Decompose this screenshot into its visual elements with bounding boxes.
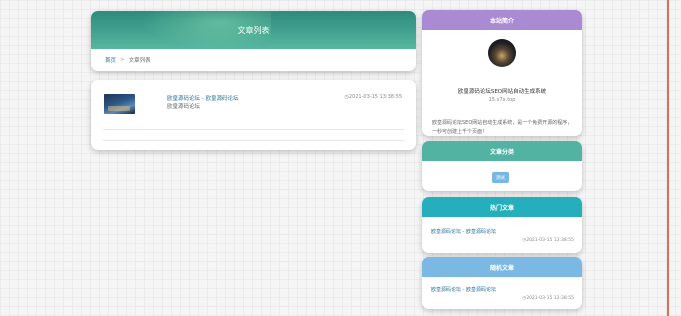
random-articles-card: 随机文章 欧皇源码论坛 - 欧皇源码论坛 ◷2021-03-15 13:38:5… — [422, 257, 582, 309]
breadcrumb-home-link[interactable]: 首页 — [105, 56, 116, 64]
page-title: 文章列表 — [237, 25, 270, 35]
site-name: 欧皇源码论坛SEO网站自动生成系统 — [457, 89, 547, 95]
random-article-date-text: 2021-03-15 13:38:55 — [526, 296, 574, 301]
random-articles-heading: 随机文章 — [422, 257, 582, 277]
article-title-link[interactable]: 欧皇源码论坛 - 欧皇源码论坛 — [167, 94, 238, 102]
list-footer-divider — [103, 140, 404, 141]
categories-heading: 文章分类 — [422, 141, 582, 161]
site-intro-heading: 本站简介 — [422, 10, 582, 30]
article-list-card: 欧皇源码论坛 - 欧皇源码论坛 欧皇源码论坛 ◷2021-03-15 13:38… — [91, 80, 416, 150]
site-description: 欧皇源码论坛SEO网站自动生成系统，是一个免费开源的程序，一秒可创建上千个页面！ — [432, 120, 573, 135]
avatar — [488, 39, 516, 67]
random-article-link[interactable]: 欧皇源码论坛 - 欧皇源码论坛 — [431, 286, 496, 293]
hot-article-date: ◷2021-03-15 13:38:55 — [522, 238, 574, 243]
page-edge-rule — [667, 0, 669, 316]
hot-articles-heading: 热门文章 — [422, 197, 582, 217]
hot-article-date-text: 2021-03-15 13:38:55 — [526, 238, 574, 243]
header-banner: 文章列表 — [91, 11, 416, 49]
site-url: 15.v7x.top — [488, 97, 516, 103]
random-article-date: ◷2021-03-15 13:38:55 — [522, 296, 574, 301]
site-intro-card: 本站简介 欧皇源码论坛SEO网站自动生成系统 15.v7x.top 欧皇源码论坛… — [422, 10, 582, 136]
article-thumbnail[interactable] — [104, 94, 135, 114]
article-date: ◷2021-03-15 13:38:55 — [345, 94, 402, 100]
breadcrumb: 首页 > 文章列表 — [91, 49, 416, 71]
article-excerpt: 欧皇源码论坛 — [167, 104, 201, 110]
hot-articles-card: 热门文章 欧皇源码论坛 - 欧皇源码论坛 ◷2021-03-15 13:38:5… — [422, 197, 582, 253]
list-item[interactable]: 欧皇源码论坛 - 欧皇源码论坛 欧皇源码论坛 ◷2021-03-15 13:38… — [103, 92, 404, 130]
breadcrumb-current: 文章列表 — [128, 58, 151, 64]
categories-card: 文章分类 测试 — [422, 141, 582, 191]
breadcrumb-separator: > — [120, 57, 125, 63]
hot-article-link[interactable]: 欧皇源码论坛 - 欧皇源码论坛 — [431, 228, 496, 235]
category-tag[interactable]: 测试 — [492, 172, 509, 183]
article-date-text: 2021-03-15 13:38:55 — [348, 94, 402, 100]
page-header-card: 文章列表 首页 > 文章列表 — [91, 11, 416, 71]
